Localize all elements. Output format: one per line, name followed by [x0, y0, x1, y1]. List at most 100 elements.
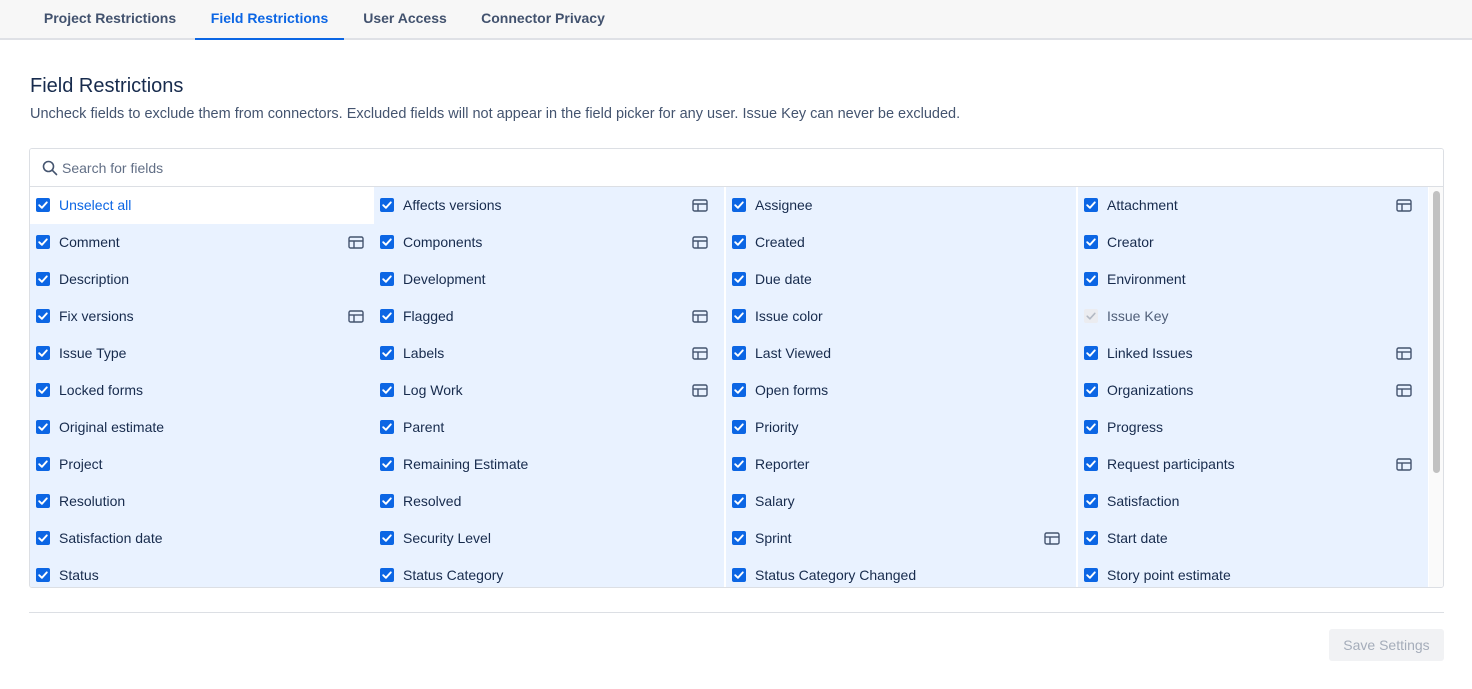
field-item-assignee[interactable]: Assignee	[726, 187, 1076, 224]
field-item-locked-forms[interactable]: Locked forms	[30, 372, 374, 409]
checkbox-checked-icon[interactable]	[732, 272, 746, 286]
save-settings-button[interactable]: Save Settings	[1329, 629, 1444, 661]
checkbox-checked-icon[interactable]	[380, 309, 394, 323]
checkbox-checked-icon[interactable]	[732, 235, 746, 249]
field-item-status-category-changed[interactable]: Status Category Changed	[726, 557, 1076, 587]
field-item-comment[interactable]: Comment	[30, 224, 374, 261]
checkbox-checked-icon[interactable]	[36, 309, 50, 323]
field-item-issue-color[interactable]: Issue color	[726, 298, 1076, 335]
checkbox-checked-icon[interactable]	[732, 346, 746, 360]
field-item-story-point-estimate[interactable]: Story point estimate	[1078, 557, 1428, 587]
checkbox-checked-icon[interactable]	[732, 198, 746, 212]
field-item-security-level[interactable]: Security Level	[374, 520, 724, 557]
field-item-attachment[interactable]: Attachment	[1078, 187, 1428, 224]
checkbox-checked-icon[interactable]	[1084, 346, 1098, 360]
field-item-due-date[interactable]: Due date	[726, 261, 1076, 298]
field-item-parent[interactable]: Parent	[374, 409, 724, 446]
field-item-satisfaction-date[interactable]: Satisfaction date	[30, 520, 374, 557]
checkbox-checked-icon[interactable]	[380, 346, 394, 360]
field-item-original-estimate[interactable]: Original estimate	[30, 409, 374, 446]
checkbox-checked-icon[interactable]	[380, 457, 394, 471]
checkbox-checked-icon[interactable]	[1084, 235, 1098, 249]
field-label: Organizations	[1107, 382, 1194, 398]
checkbox-checked-icon[interactable]	[36, 531, 50, 545]
checkbox-checked-icon[interactable]	[36, 420, 50, 434]
field-item-project[interactable]: Project	[30, 446, 374, 483]
field-item-start-date[interactable]: Start date	[1078, 520, 1428, 557]
field-item-creator[interactable]: Creator	[1078, 224, 1428, 261]
field-item-status-category[interactable]: Status Category	[374, 557, 724, 587]
field-item-resolved[interactable]: Resolved	[374, 483, 724, 520]
checkbox-checked-icon[interactable]	[1084, 494, 1098, 508]
checkbox-checked-icon[interactable]	[380, 494, 394, 508]
scrollbar-thumb[interactable]	[1433, 191, 1440, 473]
field-item-log-work[interactable]: Log Work	[374, 372, 724, 409]
field-item-last-viewed[interactable]: Last Viewed	[726, 335, 1076, 372]
field-item-organizations[interactable]: Organizations	[1078, 372, 1428, 409]
checkbox-checked-icon[interactable]	[1084, 457, 1098, 471]
tab-field-restrictions[interactable]: Field Restrictions	[195, 0, 344, 40]
field-label: Assignee	[755, 197, 813, 213]
field-item-sprint[interactable]: Sprint	[726, 520, 1076, 557]
field-item-request-participants[interactable]: Request participants	[1078, 446, 1428, 483]
checkbox-checked-icon[interactable]	[380, 272, 394, 286]
checkbox-checked-icon[interactable]	[36, 383, 50, 397]
search-input[interactable]	[62, 155, 1422, 181]
checkbox-checked-icon[interactable]	[36, 457, 50, 471]
field-item-description[interactable]: Description	[30, 261, 374, 298]
checkbox-checked-icon[interactable]	[380, 235, 394, 249]
field-item-flagged[interactable]: Flagged	[374, 298, 724, 335]
unselect-all-link[interactable]: Unselect all	[59, 197, 131, 213]
field-item-salary[interactable]: Salary	[726, 483, 1076, 520]
checkbox-checked-icon[interactable]	[732, 309, 746, 323]
checkbox-checked-icon[interactable]	[380, 198, 394, 212]
checkbox-checked-icon[interactable]	[36, 235, 50, 249]
tab-project-restrictions[interactable]: Project Restrictions	[29, 0, 191, 40]
checkbox-checked-icon[interactable]	[1084, 198, 1098, 212]
checkbox-checked-icon[interactable]	[1084, 568, 1098, 582]
checkbox-checked-icon[interactable]	[380, 383, 394, 397]
checkbox-checked-icon[interactable]	[732, 420, 746, 434]
unselect-all-row[interactable]: Unselect all	[30, 187, 374, 224]
field-item-components[interactable]: Components	[374, 224, 724, 261]
field-label: Affects versions	[403, 197, 502, 213]
field-item-reporter[interactable]: Reporter	[726, 446, 1076, 483]
checkbox-checked-icon[interactable]	[380, 531, 394, 545]
checkbox-checked-icon[interactable]	[36, 198, 50, 212]
field-item-open-forms[interactable]: Open forms	[726, 372, 1076, 409]
field-item-progress[interactable]: Progress	[1078, 409, 1428, 446]
field-item-linked-issues[interactable]: Linked Issues	[1078, 335, 1428, 372]
page-description: Uncheck fields to exclude them from conn…	[30, 106, 961, 122]
checkbox-checked-icon[interactable]	[36, 272, 50, 286]
checkbox-checked-icon[interactable]	[1084, 531, 1098, 545]
checkbox-checked-icon[interactable]	[36, 494, 50, 508]
checkbox-checked-icon[interactable]	[36, 346, 50, 360]
checkbox-checked-icon[interactable]	[380, 420, 394, 434]
checkbox-checked-icon[interactable]	[732, 457, 746, 471]
field-item-fix-versions[interactable]: Fix versions	[30, 298, 374, 335]
field-item-environment[interactable]: Environment	[1078, 261, 1428, 298]
field-item-resolution[interactable]: Resolution	[30, 483, 374, 520]
checkbox-checked-icon[interactable]	[732, 494, 746, 508]
field-item-remaining-estimate[interactable]: Remaining Estimate	[374, 446, 724, 483]
checkbox-checked-icon[interactable]	[380, 568, 394, 582]
field-item-development[interactable]: Development	[374, 261, 724, 298]
field-item-priority[interactable]: Priority	[726, 409, 1076, 446]
field-item-created[interactable]: Created	[726, 224, 1076, 261]
checkbox-checked-icon[interactable]	[732, 568, 746, 582]
field-item-labels[interactable]: Labels	[374, 335, 724, 372]
field-label: Issue Key	[1107, 308, 1169, 324]
tab-user-access[interactable]: User Access	[348, 0, 462, 40]
field-item-issue-type[interactable]: Issue Type	[30, 335, 374, 372]
checkbox-checked-icon[interactable]	[36, 568, 50, 582]
tab-connector-privacy[interactable]: Connector Privacy	[466, 0, 620, 40]
checkbox-checked-icon[interactable]	[1084, 383, 1098, 397]
field-label: Log Work	[403, 382, 463, 398]
checkbox-checked-icon[interactable]	[732, 531, 746, 545]
checkbox-checked-icon[interactable]	[732, 383, 746, 397]
field-item-affects-versions[interactable]: Affects versions	[374, 187, 724, 224]
checkbox-checked-icon[interactable]	[1084, 420, 1098, 434]
field-item-status[interactable]: Status	[30, 557, 374, 587]
field-item-satisfaction[interactable]: Satisfaction	[1078, 483, 1428, 520]
checkbox-checked-icon[interactable]	[1084, 272, 1098, 286]
